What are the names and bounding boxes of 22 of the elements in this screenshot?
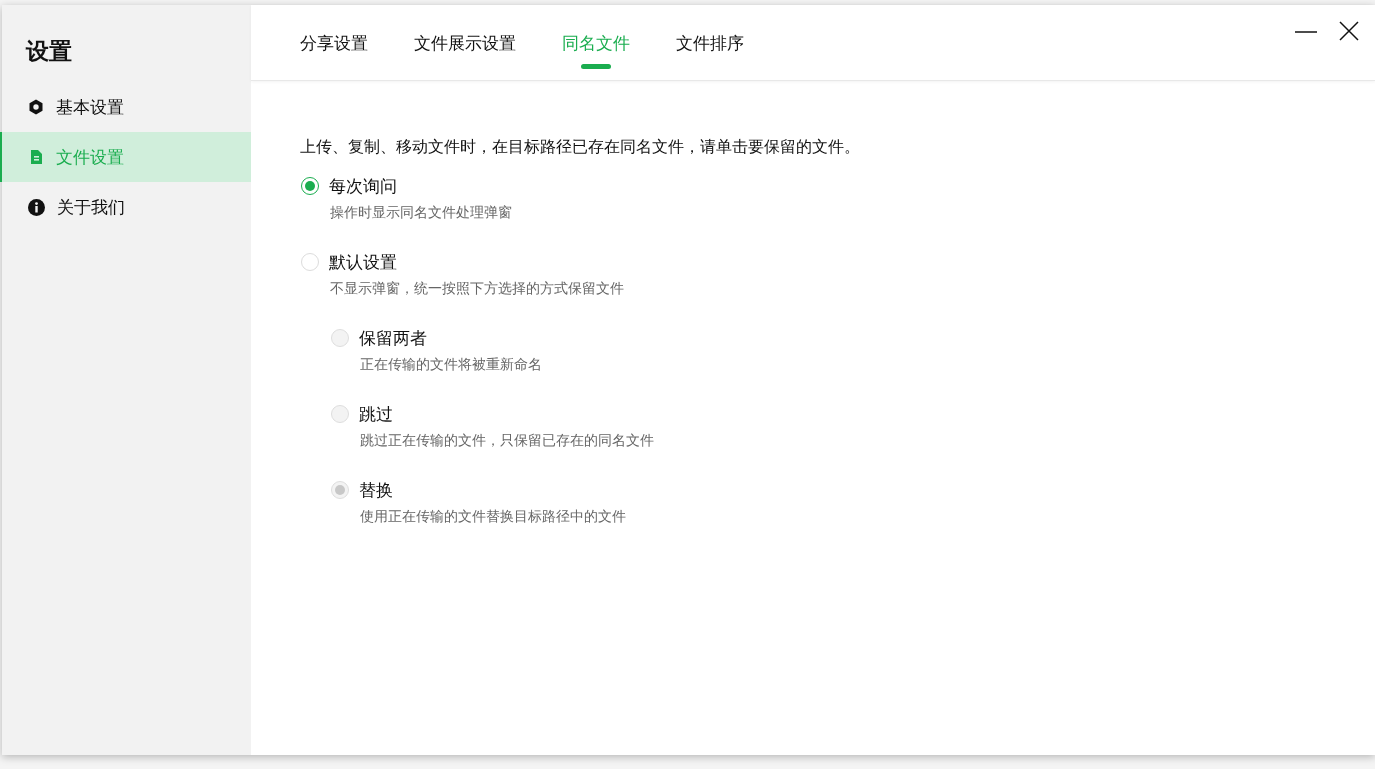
document-icon xyxy=(28,149,44,165)
radio-button[interactable] xyxy=(301,177,319,195)
sidebar-title: 设置 xyxy=(24,37,73,66)
sidebar-item[interactable]: 基本设置 xyxy=(0,82,251,132)
option-label: 替换 xyxy=(359,478,393,502)
option-hint: 不显示弹窗，统一按照下方选择的方式保留文件 xyxy=(330,280,625,298)
option-label: 每次询问 xyxy=(329,174,397,198)
option-hint: 使用正在传输的文件替换目标路径中的文件 xyxy=(360,508,627,526)
option-hint: 跳过正在传输的文件，只保留已存在的同名文件 xyxy=(360,432,655,450)
info-icon xyxy=(28,198,45,216)
tab[interactable]: 分享设置 xyxy=(300,5,368,80)
option-hint: 正在传输的文件将被重新命名 xyxy=(360,356,543,374)
option-label: 保留两者 xyxy=(359,326,427,350)
option-hint: 操作时显示同名文件处理弹窗 xyxy=(330,204,513,222)
tab[interactable]: 文件展示设置 xyxy=(414,5,516,80)
tab[interactable]: 文件排序 xyxy=(676,5,744,80)
sidebar-item[interactable]: 关于我们 xyxy=(0,182,251,232)
description-text: 上传、复制、移动文件时，在目标路径已存在同名文件，请单击要保留的文件。 xyxy=(300,137,861,158)
option-label: 默认设置 xyxy=(329,250,397,274)
hexagon-icon xyxy=(28,99,44,115)
option-label: 跳过 xyxy=(359,402,393,426)
close-icon[interactable] xyxy=(1339,21,1359,41)
